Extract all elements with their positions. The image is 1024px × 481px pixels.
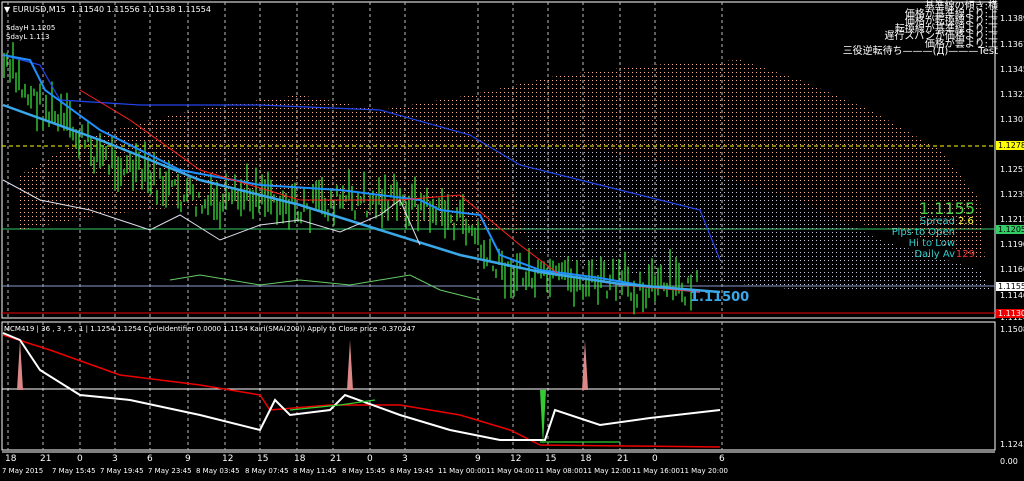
time-axis-date: 8 May 11:45 <box>293 467 337 475</box>
price-axis-label: 1.11605 <box>1000 265 1024 274</box>
time-axis-hour: 3 <box>112 454 118 464</box>
time-axis-hour: 21 <box>617 454 629 464</box>
price-axis-label: 1.13890 <box>1000 14 1024 23</box>
price-axis-label: 1.13670 <box>1000 40 1024 49</box>
indicator-main-line <box>2 332 721 441</box>
time-axis-hour: 9 <box>475 454 481 464</box>
time-axis-date: 11 May 20:00 <box>680 467 729 475</box>
daily-av-value: 129 <box>955 249 975 260</box>
time-axis-date: 11 May 16:00 <box>632 467 681 475</box>
indicator-axis-bottom: 1.1241 <box>1000 440 1024 449</box>
time-axis-date: 11 May 00:00 <box>438 467 487 475</box>
time-axis-hour: 9 <box>185 454 191 464</box>
price-tag-white: 1.11554 <box>996 282 1024 291</box>
price-tag-green: 1.12050 <box>996 225 1024 234</box>
time-axis-hour: 12 <box>510 454 522 464</box>
spread-value: 2.6 <box>958 216 974 227</box>
time-axis-hour: 18 <box>5 454 17 464</box>
time-axis-hour: 15 <box>257 454 269 464</box>
time-axis-hour: 15 <box>545 454 557 464</box>
current-price-big: 1.11500 <box>690 290 750 305</box>
price-axis-label: 1.12570 <box>1000 165 1024 174</box>
spread-label: Spread <box>919 216 955 227</box>
time-axis-date: 8 May 19:45 <box>390 467 434 475</box>
time-axis-date: 7 May 2015 <box>2 467 44 475</box>
cycle-spike <box>347 340 353 390</box>
price-tag-yellow: 1.12788 <box>996 141 1024 150</box>
price-axis-label: 1.13010 <box>1000 115 1024 124</box>
pips-to-open-label: Pips to Open <box>891 227 955 238</box>
time-axis-date: 7 May 19:45 <box>100 467 144 475</box>
time-axis-hour: 12 <box>222 454 234 464</box>
chart-canvas[interactable] <box>0 0 1024 481</box>
daily-av-label: Daily Av <box>914 249 955 260</box>
price-axis-label: 1.13230 <box>1000 90 1024 99</box>
chart-header: ▼ EURUSD,M15 1.11540 1.11556 1.11538 1.1… <box>4 5 211 14</box>
time-axis-hour: 0 <box>367 454 373 464</box>
time-axis-hour: 0 <box>652 454 658 464</box>
time-axis-date: 8 May 07:45 <box>245 467 289 475</box>
time-axis-date: 8 May 15:45 <box>342 467 386 475</box>
indicator-axis-top: 1.1508 <box>1000 325 1024 334</box>
price-axis-label: 1.11905 <box>1000 240 1024 249</box>
time-axis-date: 7 May 23:45 <box>148 467 192 475</box>
time-axis-hour: 0 <box>77 454 83 464</box>
indicator-header: MCM419 | 36 , 3 , 5 , 1 | 1.1254 1.1254 … <box>4 325 416 333</box>
price-axis-label: 1.13450 <box>1000 65 1024 74</box>
time-axis-hour: 6 <box>147 454 153 464</box>
hi-to-low-label: Hi to Low <box>908 238 955 249</box>
time-axis-hour: 21 <box>330 454 342 464</box>
time-axis-hour: 3 <box>402 454 408 464</box>
triangle-down-icon: ▼ <box>4 5 13 14</box>
ichimoku-status-line: 三役逆転待ち———(Д)———Test <box>842 46 998 57</box>
cycle-spike <box>17 340 23 390</box>
indicator-axis-zero: 0.00 <box>1000 457 1018 466</box>
time-axis-hour: 18 <box>580 454 592 464</box>
time-axis-date: 11 May 04:00 <box>486 467 535 475</box>
day-high-label: SdayH 1.1205 <box>6 24 56 32</box>
time-axis-hour: 6 <box>719 454 725 464</box>
chikou-line <box>169 274 481 301</box>
time-axis-date: 11 May 12:00 <box>583 467 632 475</box>
time-axis-date: 11 May 08:00 <box>535 467 584 475</box>
price-axis-label: 1.12350 <box>1000 190 1024 199</box>
time-axis-hour: 21 <box>40 454 52 464</box>
time-axis-date: 7 May 15:45 <box>52 467 96 475</box>
time-axis-date: 8 May 03:45 <box>196 467 240 475</box>
price-tag-red: 1.11303 <box>996 309 1024 318</box>
price-axis-label: 1.11465 <box>1000 291 1024 300</box>
price-axis-label: 1.12130 <box>1000 215 1024 224</box>
indicator-signal-line <box>2 334 721 448</box>
indicator-panel-frame <box>1 321 996 451</box>
day-low-label: SdayL 1.113 <box>6 33 50 41</box>
time-axis-hour: 18 <box>294 454 306 464</box>
